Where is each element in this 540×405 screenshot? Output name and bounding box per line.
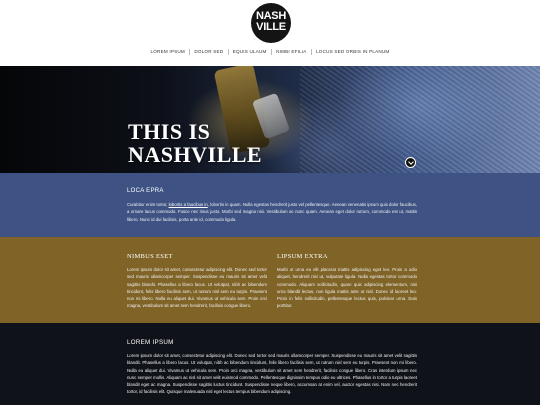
nav-item-dolor-sed[interactable]: DOLOR SED: [189, 49, 227, 55]
section-heading: LOREM IPSUM: [127, 339, 174, 346]
column-text: Morbi ut urna eu elit placerat mattis ad…: [277, 267, 417, 309]
nav-item-lorem-ipsum[interactable]: LOREM IPSUM: [147, 49, 189, 54]
section-text: Curabitur enim tortor, lobortis a faucib…: [127, 201, 417, 223]
hero-banner: [0, 66, 540, 173]
nav-item-equis-ulaum[interactable]: EQUIS ULAUM: [227, 49, 271, 55]
column-heading: NIMBUS ESET: [127, 253, 173, 260]
nav-item-nimbi-efilia[interactable]: NIMBI EFILIA: [271, 49, 310, 55]
logo-line-2: VILLE: [256, 21, 286, 33]
hero-background-denim: [300, 66, 540, 173]
text-before-link: Curabitur enim tortor,: [127, 202, 169, 207]
hero-title-line-2: NASHVILLE: [128, 142, 263, 167]
main-nav: LOREM IPSUM DOLOR SED EQUIS ULAUM NIMBI …: [0, 49, 540, 55]
scroll-down-icon[interactable]: [405, 157, 416, 168]
site-header: NASH VILLE LOREM IPSUM DOLOR SED EQUIS U…: [0, 0, 540, 66]
nav-item-locus-sed[interactable]: LOCUS SED ORBIS IN PLANUM: [311, 49, 393, 55]
section-lorem-ipsum: LOREM IPSUM Lorem ipsum dolor sit amet, …: [0, 323, 540, 405]
section-heading: LOCA EPRA: [127, 188, 164, 194]
inline-link[interactable]: lobortis a faucibus in: [169, 202, 208, 207]
section-loca-epra: LOCA EPRA Curabitur enim tortor, loborti…: [0, 173, 540, 237]
section-text: Lorem ipsum dolor sit amet, consectetur …: [127, 353, 417, 395]
nashville-logo[interactable]: NASH VILLE: [251, 3, 291, 43]
hero-title: THIS IS NASHVILLE: [128, 120, 262, 166]
section-lorem-ipsum-content: LOREM IPSUM Lorem ipsum dolor sit amet, …: [127, 339, 417, 396]
section-loca-epra-content: LOCA EPRA Curabitur enim tortor, loborti…: [127, 188, 417, 223]
hero-title-line-1: THIS IS: [128, 119, 211, 144]
column-heading: LIPSUM EXTRA: [277, 253, 328, 260]
column-nimbus-eset: NIMBUS ESET Lorem ipsum dolor sit amet, …: [127, 253, 267, 310]
column-text: Lorem ipsum dolor sit amet, consectetur …: [127, 267, 267, 309]
section-two-columns: NIMBUS ESET Lorem ipsum dolor sit amet, …: [0, 237, 540, 323]
column-lipsum-extra: LIPSUM EXTRA Morbi ut urna eu elit place…: [277, 253, 417, 310]
